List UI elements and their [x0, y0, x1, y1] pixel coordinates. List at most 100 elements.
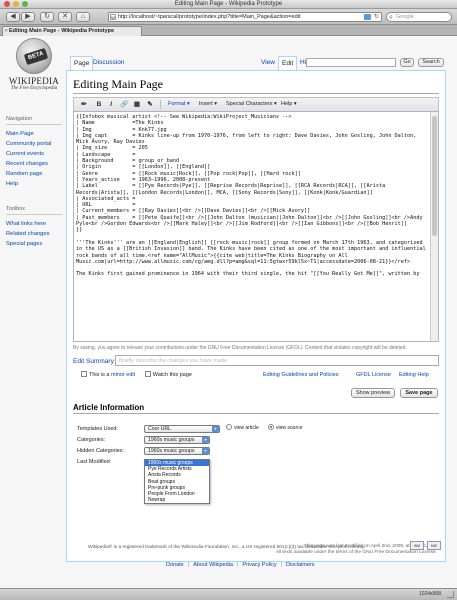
tab-edit[interactable]: Edit — [278, 56, 298, 70]
editing-guidelines-link[interactable]: Editing Guidelines and Policies — [263, 371, 339, 380]
editing-help-link[interactable]: Editing Help — [399, 371, 429, 380]
resize-grip-icon[interactable] — [447, 591, 454, 598]
signature-icon[interactable]: ✏ — [79, 100, 89, 109]
edit-toolbar: ✏ B I 🔗 ▦ ✎ Format ▾ Insert ▾ Special Ch… — [73, 97, 439, 111]
wikimedia-badge-icon[interactable]: WM — [410, 541, 424, 550]
minimize-window-button[interactable] — [13, 1, 19, 7]
embedded-file-icon[interactable]: ▦ — [132, 100, 142, 109]
url-bar[interactable]: W http://localhost/~tparscal/prototype/i… — [108, 12, 382, 22]
beta-badge: BETA — [23, 47, 49, 66]
view-source-label: view source — [276, 425, 303, 431]
search-icon: ⚲ — [389, 15, 393, 21]
toolbox-list: What links here Related changes Special … — [6, 219, 50, 249]
section-divider — [73, 413, 439, 414]
templates-select[interactable]: Coor URL ▾ — [144, 425, 220, 433]
italic-icon[interactable]: I — [106, 100, 116, 109]
special-characters-label: Special Characters — [226, 101, 273, 107]
puzzle-globe-icon: BETA — [16, 38, 52, 74]
url-text: http://localhost/~tparscal/prototype/ind… — [118, 14, 301, 20]
minor-edit-checkbox[interactable] — [81, 371, 87, 377]
license-notice: By saving, you agree to release your con… — [73, 345, 407, 351]
browser-search-field[interactable]: ⚲ Google — [386, 12, 452, 22]
stop-button[interactable]: ✕ — [58, 12, 72, 22]
browser-tab-title: Editing Main Page - Wikipedia Prototype — [9, 28, 115, 34]
go-button[interactable]: Go — [400, 58, 414, 67]
zoom-window-button[interactable] — [22, 1, 28, 7]
wikitext-editor[interactable]: {{Infobox musical artist <!-- See Wikipe… — [73, 111, 439, 342]
tab-strip: ✕ Editing Main Page - Wikipedia Prototyp… — [0, 25, 457, 36]
browser-statusbar: 1024x968 — [0, 588, 457, 600]
watch-page-label: Watch this page — [152, 372, 192, 378]
wikipedia-logo[interactable]: BETA WIKIPEDIA The Free Encyclopedia — [3, 38, 65, 110]
reference-icon[interactable]: ✎ — [145, 100, 155, 109]
about-wikipedia-link[interactable]: About Wikipedia — [193, 562, 233, 568]
license-line: All texts available under the terms of t… — [275, 550, 437, 555]
special-characters-menu[interactable]: Special Characters ▾ — [226, 100, 277, 109]
format-menu[interactable]: Format ▾ — [168, 100, 190, 109]
title-divider — [73, 93, 439, 94]
watch-page-checkbox[interactable] — [144, 371, 151, 377]
edit-summary-label: Edit Summary — [73, 358, 114, 365]
home-button[interactable]: ⌂ — [76, 12, 90, 22]
editor-scrollbar[interactable] — [430, 112, 438, 341]
sidebar-item-special-pages[interactable]: Special pages — [6, 239, 50, 249]
wiki-page: BETA WIKIPEDIA The Free Encyclopedia Nav… — [0, 36, 457, 588]
link-separator: | — [187, 562, 190, 568]
sidebar-item-help[interactable]: Help — [6, 179, 51, 189]
disclaimers-link[interactable]: Disclaimers — [286, 562, 314, 568]
sidebar-item-what-links-here[interactable]: What links here — [6, 219, 50, 229]
edit-summary-input[interactable]: Briefly describe the changes you have ma… — [115, 355, 439, 366]
toolbar-separator — [160, 100, 161, 109]
navigation-heading: Navigation — [6, 116, 32, 122]
page-title: Editing Main Page — [73, 77, 163, 91]
close-window-button[interactable] — [4, 1, 10, 7]
view-article-option[interactable]: view article — [226, 424, 259, 431]
privacy-policy-link[interactable]: Privacy Policy — [242, 562, 276, 568]
sidebar-item-community-portal[interactable]: Community portal — [6, 139, 51, 149]
browser-tab[interactable]: ✕ Editing Main Page - Wikipedia Prototyp… — [2, 26, 142, 36]
tab-view[interactable]: View — [258, 56, 278, 70]
edit-options-row: This is a minor edit Watch this page Edi… — [81, 371, 439, 380]
sidebar-item-random-page[interactable]: Random page — [6, 169, 51, 179]
minor-edit-link[interactable]: minor edit — [111, 372, 135, 378]
view-article-radio[interactable] — [226, 424, 232, 430]
dropdown-option[interactable]: Nowrap — [145, 497, 209, 503]
chevron-down-icon: ▾ — [202, 448, 209, 454]
bold-icon[interactable]: B — [94, 100, 104, 109]
save-page-button[interactable]: Save page — [400, 388, 438, 398]
wiki-search-input[interactable] — [306, 58, 396, 67]
back-button[interactable]: ◀ — [6, 12, 20, 22]
view-source-radio[interactable] — [268, 424, 274, 430]
refresh-icon[interactable]: ↻ — [374, 13, 379, 21]
sidebar-item-current-events[interactable]: Current events — [6, 149, 51, 159]
mediawiki-badge-icon[interactable]: MW — [427, 541, 441, 550]
sidebar-item-related-changes[interactable]: Related changes — [6, 229, 50, 239]
hidden-categories-select[interactable]: 1960s music groups ▾ — [144, 447, 210, 455]
view-article-label: view article — [234, 425, 259, 431]
main-content: Editing Main Page ✏ B I 🔗 ▦ ✎ Format ▾ I… — [66, 70, 446, 562]
link-icon[interactable]: 🔗 — [119, 100, 129, 109]
sidebar-item-recent-changes[interactable]: Recent changes — [6, 159, 51, 169]
show-preview-button[interactable]: Show preview — [351, 388, 395, 398]
sidebar-divider — [6, 124, 62, 125]
rss-icon[interactable] — [364, 14, 371, 20]
page-tabs: Page Discussion View Edit History Go Sea… — [66, 56, 446, 70]
sidebar-divider — [6, 214, 62, 215]
editor-scroll-thumb[interactable] — [432, 116, 437, 236]
donate-link[interactable]: Donate — [166, 562, 184, 568]
view-source-option[interactable]: view source — [268, 424, 302, 431]
insert-menu[interactable]: Insert ▾ — [199, 100, 217, 109]
logo-wordmark: WIKIPEDIA — [8, 76, 60, 86]
categories-select[interactable]: 1960s music groups ▾ — [144, 436, 210, 444]
window-title: Editing Main Page - Wikipedia Prototype — [174, 1, 283, 7]
article-information-heading: Article Information — [73, 403, 145, 412]
close-tab-icon[interactable]: ✕ — [4, 27, 8, 36]
forward-button[interactable]: ▶ — [21, 12, 35, 22]
categories-dropdown-menu: 1960s music groups Pye Records Artists A… — [144, 459, 210, 505]
search-button[interactable]: Search — [418, 58, 444, 67]
help-menu[interactable]: Help ▾ — [281, 100, 297, 109]
sidebar-item-main-page[interactable]: Main Page — [6, 129, 51, 139]
gfdl-license-link[interactable]: GFDL License — [356, 371, 391, 380]
tab-discussion[interactable]: Discussion — [90, 56, 127, 70]
reload-button[interactable]: ↻ — [40, 12, 54, 22]
